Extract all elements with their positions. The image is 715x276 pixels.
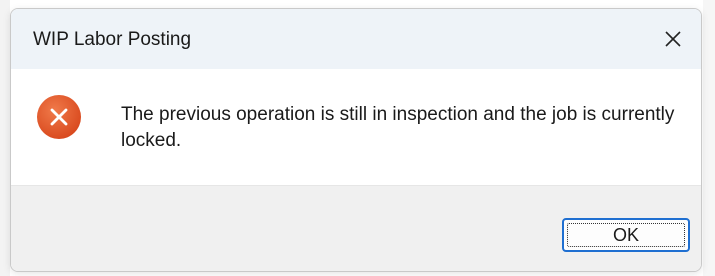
close-icon	[665, 31, 681, 47]
dialog-titlebar[interactable]: WIP Labor Posting	[11, 9, 701, 69]
background-window-right	[703, 0, 715, 276]
dialog-content: The previous operation is still in inspe…	[11, 69, 701, 185]
ok-button-label: OK	[612, 224, 639, 245]
dialog-title: WIP Labor Posting	[33, 29, 192, 50]
error-icon	[37, 95, 81, 139]
ok-button[interactable]: OK	[562, 218, 690, 252]
background-window-left	[0, 0, 10, 276]
message-dialog: WIP Labor Posting The previous operation…	[10, 8, 702, 272]
dialog-footer: OK	[11, 185, 701, 271]
dialog-message: The previous operation is still in inspe…	[121, 104, 675, 151]
close-button[interactable]	[651, 17, 695, 61]
